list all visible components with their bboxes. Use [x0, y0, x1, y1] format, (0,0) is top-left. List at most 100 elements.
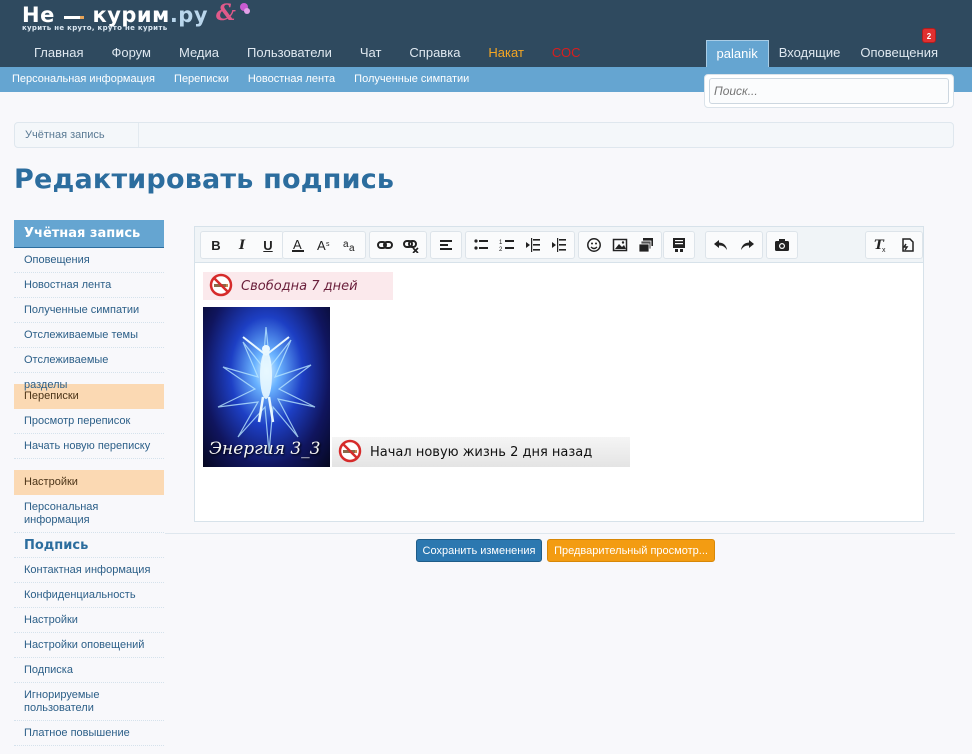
sidebar-item-watched-threads[interactable]: Отслеживаемые темы: [14, 323, 164, 348]
sidebar-item-start-conversation[interactable]: Начать новую переписку: [14, 434, 164, 459]
indent-icon[interactable]: [546, 233, 572, 257]
sidebar-item-alerts[interactable]: Оповещения: [14, 248, 164, 273]
sidebar-header-account[interactable]: Учётная запись: [14, 220, 164, 248]
nav-tab-sos[interactable]: СОС: [538, 40, 595, 67]
breadcrumb-separator: [125, 123, 139, 147]
sidebar-group-conversations[interactable]: Переписки: [14, 384, 164, 409]
search-input[interactable]: [709, 78, 949, 104]
sidebar-item-view-conversations[interactable]: Просмотр переписок: [14, 409, 164, 434]
sidebar-item-likes[interactable]: Полученные симпатии: [14, 298, 164, 323]
svg-text:A: A: [293, 237, 302, 252]
media-icon[interactable]: [633, 233, 659, 257]
sidebar-item-ignored-users[interactable]: Игнорируемые пользователи: [14, 683, 164, 721]
toggle-bbcode-icon[interactable]: [894, 233, 920, 257]
no-smoking-icon-2: [332, 439, 362, 466]
outdent-icon[interactable]: [520, 233, 546, 257]
sidebar-item-privacy[interactable]: Конфиденциальность: [14, 583, 164, 608]
svg-text:s: s: [326, 241, 330, 248]
numbered-list-icon[interactable]: 12: [494, 233, 520, 257]
toolbar-group-history: [705, 231, 763, 259]
signature-line2-text: Начал новую жизнь 2 дня назад: [370, 444, 593, 460]
subnav-likes-received[interactable]: Полученные симпатии: [354, 73, 469, 85]
site-header: Не курим.ру & курить не круто, круто не …: [0, 0, 972, 67]
undo-icon[interactable]: [708, 233, 734, 257]
sidebar-item-subscription[interactable]: Подписка: [14, 658, 164, 683]
toolbar-group-link: [369, 231, 427, 259]
italic-icon[interactable]: I: [229, 233, 255, 257]
alerts-label: Оповещения: [860, 45, 938, 60]
code-icon[interactable]: [666, 233, 692, 257]
sidebar-item-personal-info[interactable]: Персональная информация: [14, 495, 164, 533]
underline-icon[interactable]: U: [255, 233, 281, 257]
signature-banner-new-life: Начал новую жизнь 2 дня назад: [332, 437, 630, 467]
font-color-icon[interactable]: A: [285, 233, 311, 257]
editor-toolbar: B I U A As aa 12 T x: [195, 227, 923, 263]
font-size-icon[interactable]: As: [311, 233, 337, 257]
nav-tab-nakat[interactable]: Накат: [474, 40, 538, 67]
font-family-icon[interactable]: aa: [337, 233, 363, 257]
subnav-news-feed[interactable]: Новостная лента: [248, 73, 335, 85]
bullet-list-icon[interactable]: [468, 233, 494, 257]
toolbar-group-camera: [766, 231, 798, 259]
user-tab-username[interactable]: palanik: [705, 40, 769, 67]
form-divider: [165, 533, 955, 534]
sidebar-item-news-feed[interactable]: Новостная лента: [14, 273, 164, 298]
sidebar-item-signature[interactable]: Подпись: [14, 533, 164, 558]
breadcrumb: Учётная запись: [14, 122, 954, 148]
link-icon[interactable]: [372, 233, 398, 257]
toolbar-group-align: [430, 231, 462, 259]
user-tab-alerts[interactable]: Оповещения 2: [850, 28, 948, 67]
toolbar-group-code: [663, 231, 695, 259]
nav-tab-members[interactable]: Пользователи: [233, 40, 346, 67]
signature-editor: B I U A As aa 12 T x Свободна 7 дней Эне…: [194, 226, 924, 522]
signature-image-caption: Энергия 3_3: [209, 439, 321, 459]
page-title: Редактировать подпись: [14, 164, 395, 195]
nav-tab-home[interactable]: Главная: [20, 40, 97, 67]
signature-banner-free: Свободна 7 дней: [203, 272, 393, 300]
redo-icon[interactable]: [734, 233, 760, 257]
toolbar-group-media: [578, 231, 662, 259]
smilie-icon[interactable]: [581, 233, 607, 257]
toolbar-group-font: A As aa: [282, 231, 366, 259]
sidebar-item-watched-forums[interactable]: Отслеживаемые разделы: [14, 348, 164, 391]
svg-text:a: a: [349, 243, 355, 253]
user-tab-inbox[interactable]: Входящие: [769, 40, 851, 67]
preview-button[interactable]: Предварительный просмотр...: [547, 539, 715, 562]
sidebar-item-preferences[interactable]: Настройки: [14, 608, 164, 633]
nav-tab-forum[interactable]: Форум: [97, 40, 165, 67]
subnav-conversations[interactable]: Переписки: [174, 73, 229, 85]
editor-content-area[interactable]: Свободна 7 дней Энергия 3_3 Начал новую …: [195, 264, 923, 521]
save-changes-button[interactable]: Сохранить изменения: [416, 539, 542, 562]
remove-format-icon[interactable]: Tx: [868, 233, 894, 257]
sidebar-item-paid-upgrades[interactable]: Платное повышение прав: [14, 721, 164, 754]
subnav-personal-info[interactable]: Персональная информация: [12, 73, 155, 85]
user-nav: palanik Входящие Оповещения 2: [705, 28, 948, 67]
toolbar-group-format: Tx: [865, 231, 923, 259]
toolbar-group-text-style: B I U: [200, 231, 284, 259]
svg-text:x: x: [882, 247, 886, 253]
sidebar-item-alert-preferences[interactable]: Настройки оповещений: [14, 633, 164, 658]
svg-text:A: A: [317, 238, 326, 253]
no-smoking-icon: [203, 273, 233, 300]
account-sidebar: Учётная запись Оповещения Новостная лент…: [14, 220, 164, 754]
image-icon[interactable]: [607, 233, 633, 257]
bold-icon[interactable]: B: [203, 233, 229, 257]
camera-icon[interactable]: [769, 233, 795, 257]
nav-tab-help[interactable]: Справка: [395, 40, 474, 67]
nav-tab-chat[interactable]: Чат: [346, 40, 396, 67]
nav-tab-media[interactable]: Медиа: [165, 40, 233, 67]
svg-text:1: 1: [499, 240, 503, 246]
site-logo[interactable]: Не курим.ру & курить не круто, круто не …: [22, 0, 252, 32]
sidebar-item-contact-details[interactable]: Контактная информация: [14, 558, 164, 583]
search-box: [704, 74, 954, 108]
align-icon[interactable]: [433, 233, 459, 257]
logo-title-part3: .ру: [169, 3, 209, 27]
svg-text:2: 2: [499, 247, 503, 253]
breadcrumb-account[interactable]: Учётная запись: [25, 129, 105, 141]
signature-line1-text: Свободна 7 дней: [241, 278, 358, 294]
signature-image[interactable]: Энергия 3_3: [203, 307, 330, 467]
sidebar-group-settings[interactable]: Настройки: [14, 470, 164, 495]
svg-text:&: &: [216, 0, 236, 22]
main-nav: Главная Форум Медиа Пользователи Чат Спр…: [20, 40, 595, 67]
unlink-icon[interactable]: [398, 233, 424, 257]
